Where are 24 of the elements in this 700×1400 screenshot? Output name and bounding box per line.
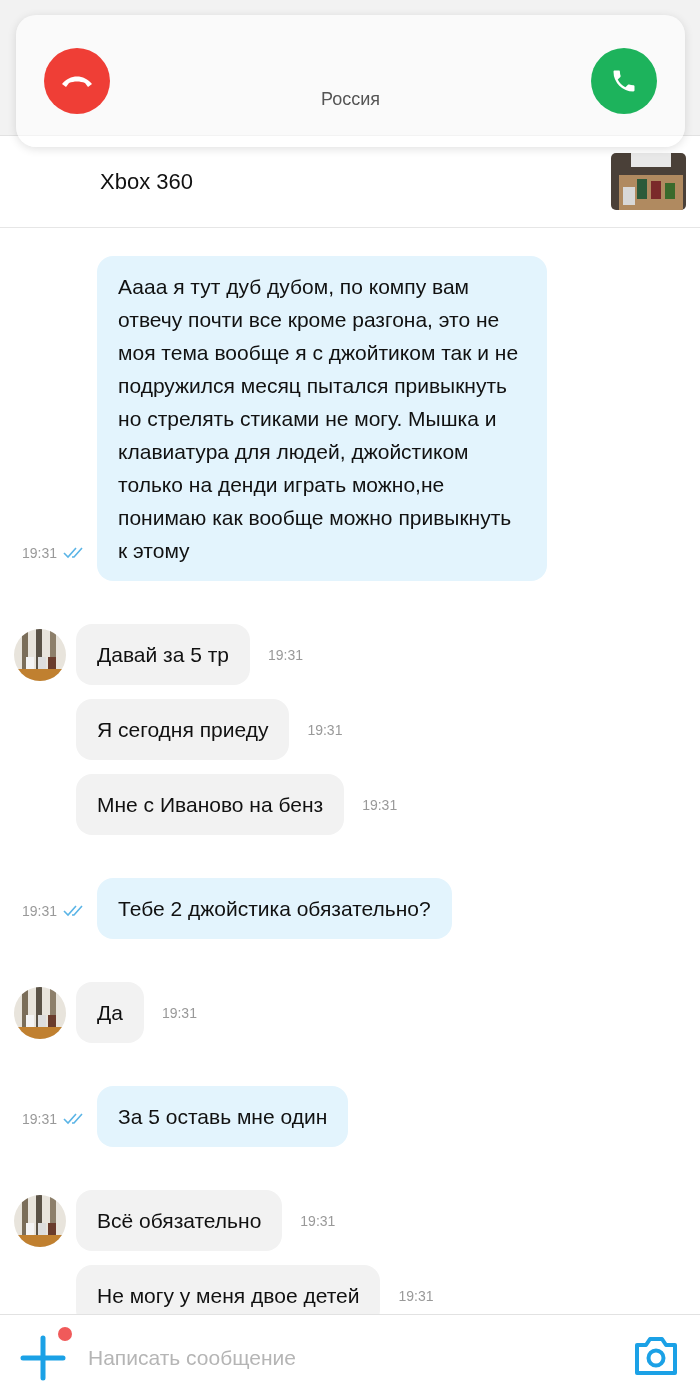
- message-bubble: Я сегодня приеду: [76, 699, 290, 760]
- message-time: 19:31: [22, 545, 58, 561]
- message-time: 19:31: [300, 1212, 336, 1229]
- plus-icon: [20, 1334, 66, 1381]
- message-bubble: Всё обязательно: [76, 1190, 283, 1251]
- message-bubble: Мне с Иваново на бенз: [76, 774, 345, 835]
- message-bubble: Не могу у меня двое детей: [76, 1265, 381, 1314]
- message-time: 19:31: [398, 1287, 434, 1304]
- hang-up-icon: [60, 74, 94, 88]
- message-time: 19:31: [362, 796, 398, 813]
- message-time: 19:31: [161, 1004, 197, 1021]
- message-bubble: Да: [76, 982, 144, 1043]
- message-time: 19:31: [22, 1111, 58, 1127]
- message-time: 19:31: [22, 903, 58, 919]
- message-bubble: Аааа я тут дуб дубом, по компу вам отвечу почти все кроме разгона, это не моя тема вообще я с джойтиком так и не подружился месяц пытался привыкнуть но стрелять стиками не могу. Мышка и клавиатура для людей, джойстиком только на денди играть можно,не понимаю как вообще можно привыкнуть к этому: [97, 256, 548, 581]
- message-time: 19:31: [307, 721, 343, 738]
- message-bubble: Давай за 5 тр: [76, 624, 251, 685]
- listing-title: Xbox 360: [100, 168, 193, 195]
- attach-button[interactable]: [20, 1334, 66, 1381]
- camera-icon: [634, 1336, 678, 1376]
- message-time: 19:31: [268, 646, 304, 663]
- caller-location: Россия: [321, 88, 380, 110]
- message-bubble: Тебе 2 джойстика обязательно?: [97, 878, 452, 939]
- message-bubble: За 5 оставь мне один: [97, 1086, 349, 1147]
